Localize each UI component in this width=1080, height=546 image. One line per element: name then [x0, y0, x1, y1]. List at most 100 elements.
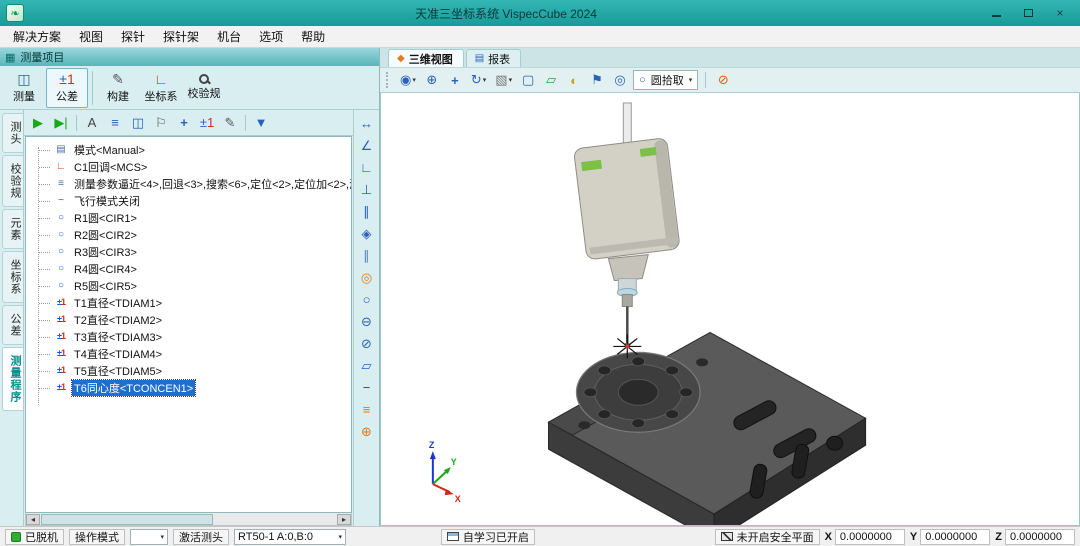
measure-button[interactable]: ◫ [127, 113, 149, 133]
symmetry-button[interactable]: ≡ [356, 399, 378, 420]
toolbar-separator [705, 72, 706, 88]
maximize-button[interactable] [1020, 5, 1036, 21]
toolbar-grip[interactable] [386, 72, 390, 88]
position-button[interactable]: ◈ [356, 223, 378, 244]
tree-item-13[interactable]: ±1T5直径<TDIAM5> [36, 362, 351, 379]
tree-item-3[interactable]: ~飞行模式关闭 [36, 192, 351, 209]
true-position-button[interactable]: ⊕ [356, 421, 378, 442]
view-tab-0[interactable]: ◆三维视图 [388, 49, 464, 67]
app-logo-icon: ❧ [6, 4, 24, 22]
self-learning-label: 自学习已开启 [463, 529, 529, 545]
menu-item-3[interactable]: 探针架 [154, 26, 208, 47]
tree-item-10[interactable]: ±1T2直径<TDIAM2> [36, 311, 351, 328]
coordinate-axis-label: Z [995, 531, 1002, 543]
tag-icon: ▱ [546, 72, 556, 88]
tree-item-6[interactable]: ○R3圆<CIR3> [36, 243, 351, 260]
right-angle-button[interactable]: ∟ [356, 157, 378, 178]
move-button[interactable]: + [173, 113, 195, 133]
distance-button[interactable]: ↔ [356, 113, 378, 134]
side-tab-0[interactable]: 测头 [2, 113, 23, 153]
tree-item-12[interactable]: ±1T4直径<TDIAM4> [36, 345, 351, 362]
tree-item-2[interactable]: ≡测量参数逼近<4>,回退<3>,搜索<6>,定位<2>,定位加<2>,测 [36, 175, 351, 192]
stylus-button[interactable]: ✎ [219, 113, 241, 133]
auto-label-button[interactable]: A [81, 113, 103, 133]
angularity-button[interactable]: ∥ [356, 245, 378, 266]
side-tab-3[interactable]: 坐标系 [2, 251, 23, 303]
active-probe-select[interactable]: RT50-1 A:0,B:0 ▾ [234, 529, 346, 545]
close-button[interactable]: × [1052, 5, 1068, 21]
side-tab-1[interactable]: 校验规 [2, 155, 23, 207]
view-mode-button[interactable]: ◉▾ [397, 70, 419, 90]
run-button[interactable]: ▶ [27, 113, 49, 133]
axes-triad: Z Y X [429, 440, 461, 504]
view-cube-button[interactable]: ▧▾ [492, 70, 515, 90]
construct-button[interactable]: ✎构建 [97, 68, 139, 108]
tree-item-7[interactable]: ○R4圆<CIR4> [36, 260, 351, 277]
straightness-icon: − [363, 380, 371, 395]
circle-pick-select[interactable]: ○圆拾取▾ [633, 70, 698, 90]
menu-item-1[interactable]: 视图 [70, 26, 112, 47]
tree-item-8[interactable]: ○R5圆<CIR5> [36, 277, 351, 294]
scroll-left-arrow[interactable]: ◂ [26, 514, 40, 525]
scroll-track[interactable] [40, 514, 337, 525]
zoom-window-button[interactable]: ▢ [518, 70, 538, 90]
tree-item-0[interactable]: ▤模式<Manual> [36, 141, 351, 158]
tree-item-1[interactable]: ∟C1回调<MCS> [36, 158, 351, 175]
gauge-button[interactable]: 校验规 [183, 68, 225, 108]
diameter-tolerance-icon: ±1 [54, 331, 68, 342]
side-tab-2[interactable]: 元素 [2, 209, 23, 249]
operation-mode-select[interactable]: ▾ [130, 529, 168, 545]
tree-item-9[interactable]: ±1T1直径<TDIAM1> [36, 294, 351, 311]
perpendicularity-button[interactable]: ⊥ [356, 179, 378, 200]
tree-item-14[interactable]: ±1T6同心度<TCONCEN1> [36, 379, 351, 396]
lighting-button[interactable]: ◐ [564, 70, 584, 90]
application-window: ❧ 天准三坐标系统 VispecCube 2024 × 解决方案视图探针探针架机… [0, 0, 1080, 546]
pan-button[interactable]: + [445, 70, 465, 90]
menu-item-4[interactable]: 机台 [208, 26, 250, 47]
circle-button[interactable]: ○ [356, 289, 378, 310]
menu-item-2[interactable]: 探针 [112, 26, 154, 47]
rotate-button[interactable]: ↻▾ [468, 70, 489, 90]
straightness-button[interactable]: − [356, 377, 378, 398]
view-tab-1[interactable]: ▤报表 [466, 49, 521, 67]
menu-item-0[interactable]: 解决方案 [4, 26, 70, 47]
cube-icon: ▧ [495, 72, 507, 88]
target-button[interactable]: ◎ [610, 70, 630, 90]
angle-button[interactable]: ∠ [356, 135, 378, 156]
parameters-button[interactable]: ≡ [104, 113, 126, 133]
horizontal-scrollbar[interactable]: ◂ ▸ [25, 513, 352, 526]
scroll-right-arrow[interactable]: ▸ [337, 514, 351, 525]
minimize-button[interactable] [988, 5, 1004, 21]
flag-button[interactable]: ⚐ [150, 113, 172, 133]
parallelism-button[interactable]: ∥ [356, 201, 378, 222]
profile-button[interactable]: ▱ [356, 355, 378, 376]
tolerance-button[interactable]: ±1 [196, 113, 218, 133]
runout-button[interactable]: ⊘ [356, 333, 378, 354]
measure-button[interactable]: ◫测量 [3, 68, 45, 108]
tolerance-button[interactable]: ±1公差 [46, 68, 88, 108]
probe-button[interactable]: ▼ [250, 113, 272, 133]
tree-item-11[interactable]: ±1T3直径<TDIAM3> [36, 328, 351, 345]
probe-icon: ▼ [255, 115, 268, 130]
side-tab-4[interactable]: 公差 [2, 305, 23, 345]
coordinate-system-button[interactable]: ∟坐标系 [140, 68, 182, 108]
tree-item-5[interactable]: ○R2圆<CIR2> [36, 226, 351, 243]
roundness-button[interactable]: ⊖ [356, 311, 378, 332]
menu-item-6[interactable]: 帮助 [292, 26, 334, 47]
step-run-button[interactable]: ▶| [50, 113, 72, 133]
3d-viewport[interactable]: Z Y X [380, 93, 1080, 526]
flag-icon: ⚑ [591, 72, 603, 88]
tree-item-4[interactable]: ○R1圆<CIR1> [36, 209, 351, 226]
menu-item-5[interactable]: 选项 [250, 26, 292, 47]
section-button[interactable]: ⚑ [587, 70, 607, 90]
labels-button[interactable]: ▱ [541, 70, 561, 90]
probe-position-button[interactable]: ⊕ [422, 70, 442, 90]
stop-probe-button[interactable]: ⊘ [713, 70, 733, 90]
side-tab-5[interactable]: 测量程序 [2, 347, 23, 411]
circle-feature-icon: ○ [54, 229, 68, 240]
tree-item-label: T4直径<TDIAM4> [72, 346, 164, 362]
scroll-thumb[interactable] [41, 514, 213, 525]
concentricity-button[interactable]: ◎ [356, 267, 378, 288]
rotate-icon: ↻ [471, 72, 482, 88]
roundness-icon: ⊖ [361, 314, 372, 330]
